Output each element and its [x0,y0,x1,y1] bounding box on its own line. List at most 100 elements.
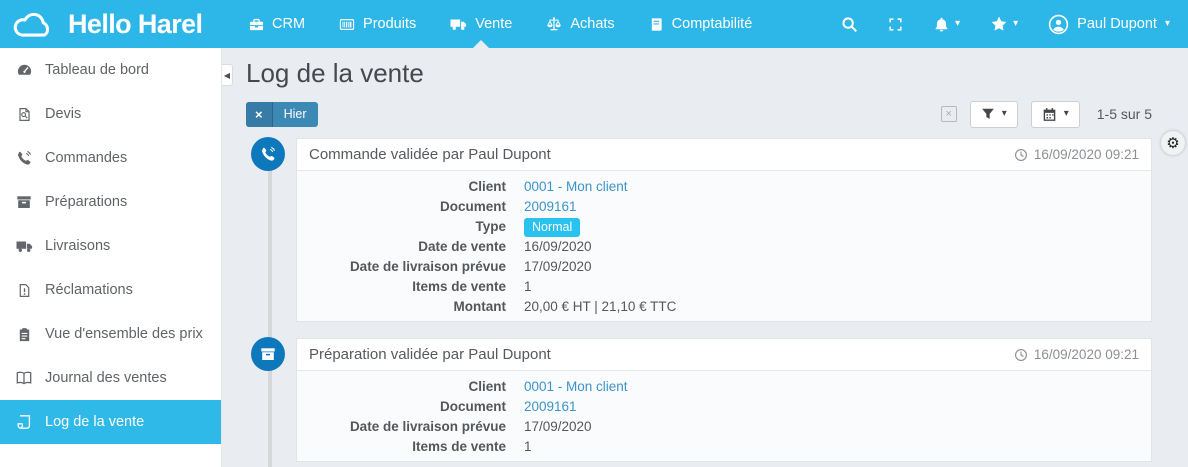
field-value: 16/09/2020 [524,239,592,254]
pagination-label: 1-5 sur 5 [1097,106,1152,122]
sidebar-item-reclamations[interactable]: Réclamations [0,268,221,312]
user-name: Paul Dupont [1077,16,1157,32]
field-value-link[interactable]: 0001 - Mon client [524,179,628,194]
filter-dropdown-button[interactable]: ▾ [970,101,1018,128]
sidebar-item-vue-d-ensemble-des-prix[interactable]: Vue d'ensemble des prix [0,312,221,356]
field-value-link[interactable]: 0001 - Mon client [524,379,628,394]
nav-item-produits[interactable]: Produits [322,0,433,48]
field-row: Client 0001 - Mon client [309,377,1139,397]
field-value-link[interactable]: 2009161 [524,199,577,214]
close-icon: × [945,108,951,120]
field-row: Document 2009161 [309,397,1139,417]
clipboard-icon [14,327,34,342]
timeline-badge [251,337,285,371]
content-area: ◀ Log de la vente × Hier × ▾ ▾ 1- [222,48,1188,467]
field-label: Document [309,397,506,417]
toolbar: × Hier × ▾ ▾ 1-5 sur 5 [246,100,1152,128]
caret-down-icon: ▾ [1002,109,1007,119]
bell-icon [933,16,950,33]
log-card-body: Client0001 - Mon clientDocument 2009161 Ty… [297,171,1151,321]
filter-facet: × Hier [246,102,318,127]
timestamp-text: 16/09/2020 09:21 [1034,347,1139,362]
sidebar-item-journal-des-ventes[interactable]: Journal des ventes [0,356,221,400]
search-icon[interactable] [841,16,858,33]
nav-item-label: Comptabilité [672,16,753,32]
type-badge: Normal [524,218,580,237]
dashboard-icon [14,62,34,79]
phone-icon [14,150,34,166]
settings-gear-button[interactable]: ⚙ [1161,131,1185,155]
remove-filter-button[interactable]: × [246,102,273,127]
field-label: Date de livraison prévue [309,417,506,437]
nav-item-crm[interactable]: CRM [232,0,322,48]
app-logo[interactable]: Hello Harel [0,8,232,41]
nav-item-label: Produits [363,16,416,32]
sidebar-item-commandes[interactable]: Commandes [0,136,221,180]
ledger-icon [649,17,664,32]
nav-item-vente[interactable]: Vente [433,0,529,48]
truck-icon [14,238,34,254]
sidebar-collapse-handle[interactable]: ◀ [222,64,233,86]
sidebar-item-preparations[interactable]: Préparations [0,180,221,224]
main-layout: Tableau de bord Devis Commandes Préparation… [0,48,1188,467]
field-label: Client [309,377,506,397]
log-card-body: Client 0001 - Mon client Document 2009161 Da… [297,371,1151,461]
log-card-title: Commande validée par Paul Dupont [309,146,551,163]
sidebar-item-livraisons[interactable]: Livraisons [0,224,221,268]
field-row: Document 2009161 [309,197,1139,217]
open-book-icon [14,370,34,386]
field-label: Type [309,217,506,237]
log-card: Préparation validée par Paul Dupont 16/0… [296,338,1152,462]
field-row: Type Normal [309,217,1139,237]
sidebar-item-log-de-la-vente[interactable]: Log de la vente [0,400,221,444]
clock-icon [1014,148,1028,162]
date-filter-button[interactable]: ▾ [1031,101,1080,128]
field-row: Items de vente1 [309,437,1139,457]
scroll-icon [14,414,34,430]
nav-item-comptabilite[interactable]: Comptabilité [632,0,770,48]
field-value: 1 [524,279,532,294]
favorites-menu[interactable]: ▾ [990,15,1018,33]
file-exclamation-icon [14,283,34,298]
log-card-timestamp: 16/09/2020 09:21 [1014,147,1139,162]
sidebar-item-label: Log de la vente [45,414,144,430]
field-value-link[interactable]: 2009161 [524,399,577,414]
field-label: Date de livraison prévue [309,257,506,277]
brand-name: Hello Harel [68,9,202,40]
caret-down-icon: ▾ [1165,19,1170,29]
clear-filters-button[interactable]: × [941,106,957,122]
caret-down-icon: ▾ [1013,19,1018,29]
log-card-header: Préparation validée par Paul Dupont 16/0… [297,339,1151,371]
sidebar-item-label: Tableau de bord [45,62,149,78]
log-card: Commande validée par Paul Dupont 16/09/2… [296,138,1152,322]
field-row: Items de vente1 [309,277,1139,297]
sidebar: Tableau de bord Devis Commandes Préparation… [0,48,222,467]
nav-item-label: Vente [475,16,512,32]
field-label: Document [309,197,506,217]
notifications-menu[interactable]: ▾ [933,16,960,33]
nav-item-label: Achats [570,16,614,32]
sidebar-item-devis[interactable]: Devis [0,92,221,136]
nav-item-label: CRM [272,16,305,32]
field-row: Montant20,00 € HT | 21,10 € TTC [309,297,1139,317]
main-menu: CRM Produits Vente Achats Comptabilité [232,0,769,48]
nav-item-achats[interactable]: Achats [529,0,631,48]
field-row: Client0001 - Mon client [309,177,1139,197]
sidebar-item-label: Vue d'ensemble des prix [45,326,203,342]
field-label: Montant [309,297,506,317]
filter-facet-label: Hier [273,102,318,127]
fullscreen-icon[interactable] [888,17,903,32]
sidebar-item-tableau-de-bord[interactable]: Tableau de bord [0,48,221,92]
sidebar-item-label: Préparations [45,194,127,210]
sidebar-item-label: Commandes [45,150,127,166]
field-value: 1 [524,439,532,454]
field-value: 17/09/2020 [524,419,592,434]
timestamp-text: 16/09/2020 09:21 [1034,147,1139,162]
timeline-badge [251,137,285,171]
log-card-timestamp: 16/09/2020 09:21 [1014,347,1139,362]
close-icon: × [255,107,263,122]
gear-icon: ⚙ [1166,134,1179,152]
user-menu[interactable]: Paul Dupont ▾ [1048,14,1170,35]
calendar-icon [1042,107,1057,122]
toolbar-right: × ▾ ▾ 1-5 sur 5 [941,101,1152,128]
